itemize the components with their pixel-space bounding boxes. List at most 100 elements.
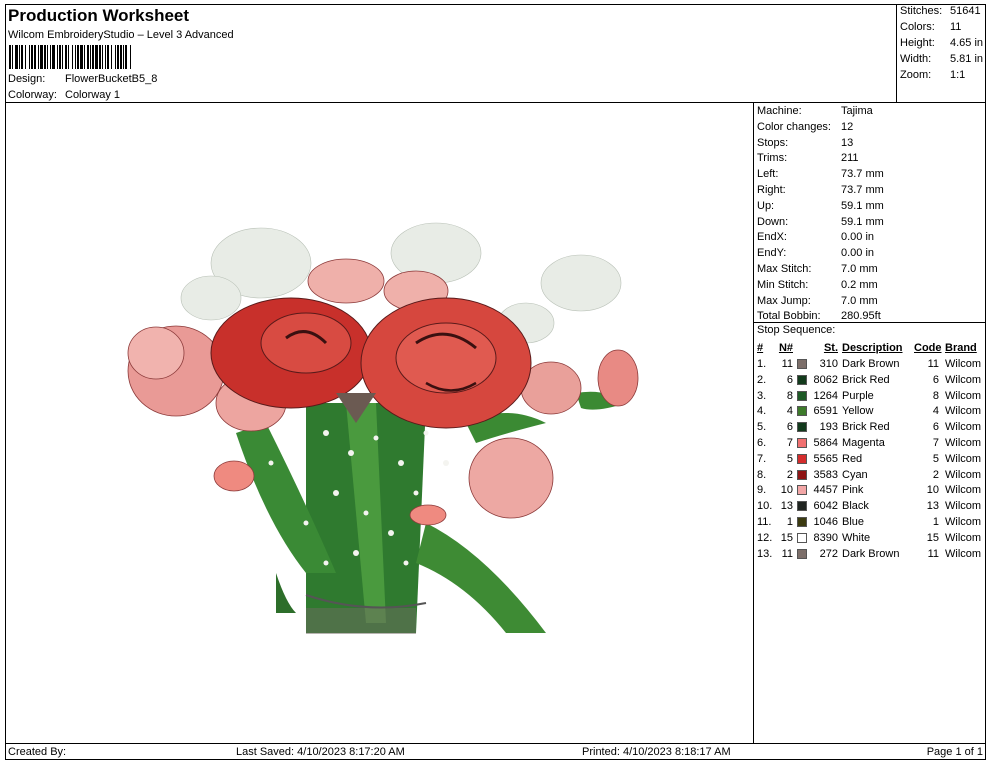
col-header-stitches: St. [823, 342, 838, 354]
stop-row: 5. 6 193 Brick Red 6 Wilcom [754, 420, 986, 436]
thread-brand: Wilcom [945, 405, 982, 418]
stop-sequence-title: Stop Sequence: [757, 324, 836, 336]
color-code: 10 [926, 484, 939, 497]
machine-info-value: 59.1 mm [841, 199, 884, 212]
machine-info-label: Left: [757, 168, 779, 181]
printed-date: Printed: 4/10/2023 8:18:17 AM [582, 746, 731, 758]
thread-brand: Wilcom [945, 484, 982, 497]
needle-number: 11 [781, 358, 793, 370]
embroidery-preview-image [127, 222, 639, 634]
thread-brand: Wilcom [945, 389, 982, 402]
page-number: Page 1 of 1 [926, 746, 983, 758]
machine-info-label: Min Stitch: [757, 278, 809, 291]
thread-brand: Wilcom [945, 468, 982, 481]
stop-seq: 6. [757, 437, 767, 449]
stitch-count: 5864 [813, 437, 838, 449]
software-name: Wilcom EmbroideryStudio – Level 3 Advanc… [8, 29, 234, 41]
color-code: 6 [932, 373, 939, 386]
stop-row: 9. 10 4457 Pink 10 Wilcom [754, 483, 986, 499]
design-summary: Stitches: 51641 Colors: 11 Height: 4.65 in … [896, 5, 986, 103]
color-description: Yellow [842, 405, 874, 418]
machine-info-value: 73.7 mm [841, 184, 884, 196]
thread-color-swatch [797, 501, 807, 512]
thread-brand: Wilcom [945, 516, 982, 528]
stop-row: 13. 11 272 Dark Brown 11 Wilcom [754, 547, 986, 563]
stop-row: 8. 2 3583 Cyan 2 Wilcom [754, 468, 986, 484]
stop-row: 2. 6 8062 Brick Red 6 Wilcom [754, 373, 986, 389]
colors-row: Colors: 11 [900, 21, 962, 33]
machine-info-label: Color changes: [757, 120, 831, 133]
needle-number: 2 [786, 468, 793, 481]
barcode-bar [130, 45, 131, 69]
needle-number: 4 [786, 405, 793, 418]
machine-info-row: Max Stitch: 7.0 mm [757, 262, 878, 277]
machine-info-row: Up: 59.1 mm [757, 199, 884, 214]
color-code: 2 [932, 468, 939, 481]
machine-info-value: 73.7 mm [841, 168, 884, 181]
machine-info-row: EndY: 0.00 in [757, 246, 874, 261]
needle-number: 10 [780, 484, 793, 497]
stop-seq: 13. [757, 547, 773, 560]
machine-info-label: Right: [757, 184, 786, 196]
needle-number: 11 [781, 547, 793, 560]
design-preview [6, 103, 754, 743]
thread-color-swatch [797, 548, 807, 559]
thread-brand: Wilcom [945, 437, 982, 449]
machine-info-value: 7.0 mm [841, 263, 878, 275]
worksheet-footer: Created By: Last Saved: 4/10/2023 8:17:2… [6, 743, 986, 760]
stop-seq: 3. [757, 389, 767, 402]
needle-number: 6 [786, 421, 793, 434]
stitch-count: 5565 [813, 452, 838, 465]
thread-brand: Wilcom [945, 421, 982, 434]
color-description: White [842, 531, 871, 544]
color-code: 13 [926, 500, 939, 513]
stitch-count: 6042 [813, 500, 838, 513]
stitches-row: Stitches: 51641 [900, 5, 981, 17]
col-header-seq: # [757, 342, 764, 354]
machine-info-row: Color changes: 12 [757, 120, 853, 135]
thread-brand: Wilcom [945, 547, 982, 560]
stop-seq: 9. [757, 484, 767, 497]
page-title: Production Worksheet [8, 6, 190, 25]
color-description: Brick Red [842, 421, 890, 434]
needle-number: 1 [786, 516, 793, 528]
machine-info-value: 0.00 in [841, 231, 875, 244]
design-value: FlowerBucketB5_8 [65, 73, 158, 85]
color-code: 8 [932, 389, 939, 402]
color-code: 1 [932, 516, 939, 528]
stitch-count: 310 [819, 358, 838, 370]
machine-info-label: Down: [757, 215, 789, 228]
stop-row: 11. 1 1046 Blue 1 Wilcom [754, 515, 986, 531]
worksheet: Production Worksheet Wilcom EmbroiderySt… [5, 4, 986, 760]
design-row: Design: FlowerBucketB5_8 [8, 73, 157, 85]
machine-info-row: Left: 73.7 mm [757, 167, 884, 182]
stop-seq: 8. [757, 468, 767, 481]
color-description: Magenta [842, 437, 885, 449]
stitch-count: 3583 [813, 468, 838, 481]
col-header-code: Code [914, 342, 942, 354]
created-by: Created By: [8, 746, 67, 758]
machine-info-value: 0.2 mm [841, 278, 878, 291]
color-code: 4 [932, 405, 939, 418]
machine-info-row: Trims: 211 [757, 151, 859, 166]
color-code: 6 [932, 421, 939, 434]
machine-info-row: EndX: 0.00 in [757, 230, 874, 245]
needle-number: 15 [780, 531, 793, 544]
color-description: Cyan [842, 468, 868, 481]
color-description: Red [842, 452, 863, 465]
machine-info-value: Tajima [841, 105, 873, 117]
thread-color-swatch [797, 406, 807, 417]
colorway-value: Colorway 1 [65, 89, 121, 101]
color-code: 5 [932, 452, 939, 465]
machine-info-label: Stops: [757, 136, 789, 149]
stitch-count: 8062 [813, 373, 838, 386]
thread-color-swatch [797, 374, 807, 385]
machine-info-label: EndY: [757, 247, 787, 260]
thread-color-swatch [797, 359, 807, 369]
machine-info-value: 59.1 mm [841, 215, 884, 228]
stitch-count: 1046 [813, 516, 838, 528]
height-row: Height: 4.65 in [900, 37, 984, 49]
stop-row: 12. 15 8390 White 15 Wilcom [754, 531, 986, 547]
stop-seq: 2. [757, 373, 767, 386]
thread-color-swatch [797, 390, 807, 401]
